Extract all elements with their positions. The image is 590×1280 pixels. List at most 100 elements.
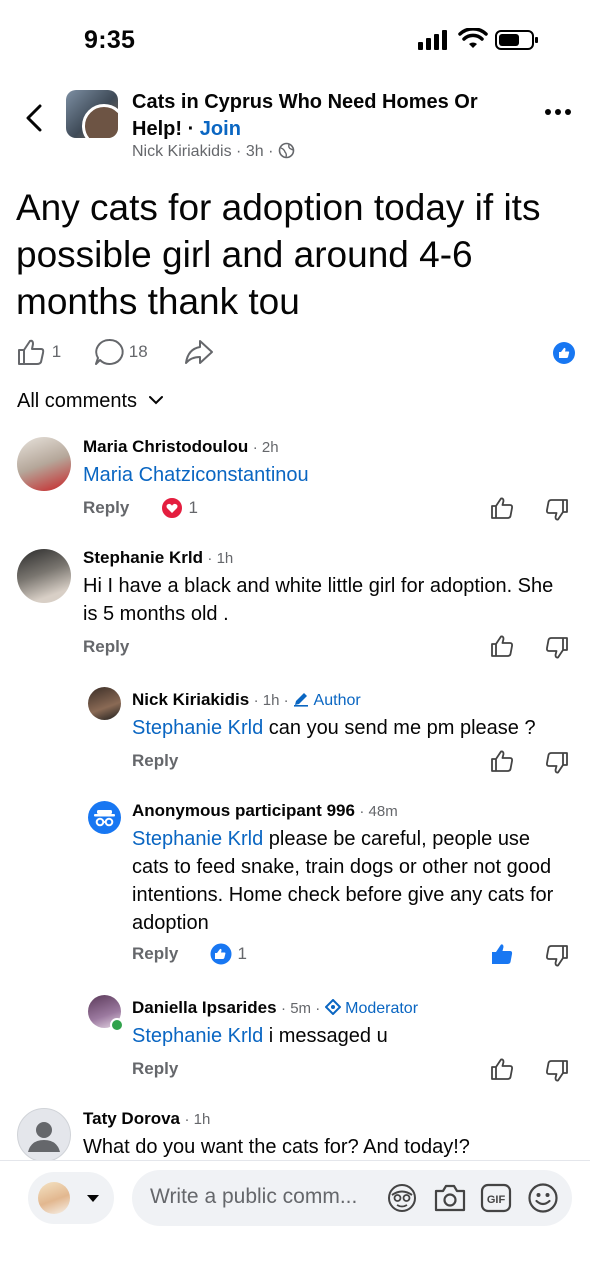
comment-dislike-button[interactable] [545,1059,569,1083]
like-reaction-icon [209,942,233,966]
back-button[interactable] [20,100,50,136]
camera-button[interactable] [433,1183,467,1213]
mention-link[interactable]: Stephanie Krld [132,1025,263,1047]
globe-icon [278,142,295,159]
signal-icon [418,30,448,50]
battery-icon [495,30,539,50]
comment-dislike-button[interactable] [545,751,569,775]
post-author[interactable]: Nick Kiriakidis [132,143,232,160]
reply-button[interactable]: Reply [132,944,178,964]
post-text: Any cats for adoption today if its possi… [16,187,541,322]
comment-author[interactable]: Stephanie Krld [83,548,203,567]
moderator-badge: Moderator [345,1000,419,1017]
svg-text:GIF: GIF [487,1194,506,1206]
comment-header: Stephanie Krld · 1h [83,548,233,568]
comment-like-button[interactable] [490,749,514,773]
moderator-icon [324,999,341,1015]
post-share-button[interactable] [184,338,214,368]
comment-dislike-button[interactable] [545,636,569,660]
avatar-emoji-icon [388,1184,416,1212]
comment-like-button[interactable] [490,1057,514,1081]
comments-filter-dropdown[interactable]: All comments [17,390,163,413]
comment-header: Maria Christodoulou · 2h [83,437,279,457]
pencil-icon [293,691,309,707]
comment-dislike-button[interactable] [545,498,569,522]
person-icon [17,1108,71,1162]
group-title[interactable]: Cats in Cyprus Who Need Homes Or Help! ·… [132,89,512,143]
avatar[interactable] [88,687,121,720]
comment-body: Stephanie Krld i messaged u [132,1025,388,1047]
post-like-button[interactable]: 1 [17,338,61,368]
share-icon [185,340,213,364]
dislike-icon [546,752,568,774]
comment-time: · 1h · [253,692,289,709]
comment-body: Stephanie Krld please be careful, people… [132,828,554,934]
comment-time: · 1h [184,1111,211,1128]
reply-button[interactable]: Reply [132,751,178,771]
comment-author[interactable]: Nick Kiriakidis [132,690,249,709]
comment-author[interactable]: Daniella Ipsarides [132,998,277,1017]
mention-link[interactable]: Stephanie Krld [132,717,263,739]
join-button[interactable]: Join [200,118,241,140]
comment-header: Nick Kiriakidis · 1h · Author [132,690,361,710]
mention-link[interactable]: Maria Chatziconstantinou [83,464,309,486]
post-meta: Nick Kiriakidis · 3h · [132,142,295,161]
camera-icon [434,1184,466,1212]
dislike-icon [546,637,568,659]
composer-divider [0,1160,590,1161]
heart-reaction-icon [161,497,183,519]
anonymous-avatar[interactable] [88,801,121,834]
avatar-sticker-button[interactable] [386,1182,418,1214]
default-avatar[interactable] [17,1108,71,1162]
more-button[interactable] [544,108,572,116]
dislike-icon [546,945,568,967]
comment-like-button-active[interactable] [490,942,514,966]
comment-dislike-button[interactable] [545,944,569,968]
online-indicator [110,1018,124,1032]
status-time: 9:35 [84,26,136,54]
comment-time: · 2h [252,439,279,456]
group-name[interactable]: Cats in Cyprus Who Need Homes Or Help! [132,91,478,140]
comment-header: Anonymous participant 996 · 48m [132,801,398,821]
reply-button[interactable]: Reply [83,498,129,518]
emoji-icon [528,1183,558,1213]
avatar[interactable] [17,437,71,491]
reply-button[interactable]: Reply [83,637,129,657]
identity-switcher[interactable] [28,1172,114,1224]
post-time: 3h [245,143,264,160]
mention-link[interactable]: Stephanie Krld [132,828,263,850]
comment-reactions[interactable]: 1 [160,497,198,519]
post-comment-button[interactable]: 18 [94,338,148,368]
comment-time: · 1h [207,550,234,567]
like-icon [18,339,45,365]
like-icon [491,635,513,657]
comment-placeholder: Write a public comm... [150,1185,358,1208]
emoji-button[interactable] [527,1182,559,1214]
reply-button[interactable]: Reply [132,1059,178,1079]
caret-down-icon [87,1195,99,1202]
comment-header: Daniella Ipsarides · 5m · Moderator [132,998,418,1018]
comment-time: · 5m · [281,1000,321,1017]
comment-author[interactable]: Anonymous participant 996 [132,801,355,820]
comment-like-button[interactable] [490,634,514,658]
comment-header: Taty Dorova · 1h [83,1109,210,1129]
chevron-down-icon [148,396,163,405]
comment-body: Hi I have a black and white little girl … [83,575,554,625]
anonymous-icon [88,801,121,834]
like-icon [491,497,513,519]
reaction-count: 1 [188,498,198,517]
avatar[interactable] [17,549,71,603]
comment-author[interactable]: Maria Christodoulou [83,437,248,456]
comment-like-button[interactable] [490,496,514,520]
reaction-summary-icon[interactable] [553,342,575,364]
author-avatar [82,104,118,138]
dislike-icon [546,499,568,521]
post-comment-count: 18 [128,342,148,361]
gif-icon: GIF [480,1183,512,1213]
comment-reactions[interactable]: 1 [209,942,247,966]
comment-author[interactable]: Taty Dorova [83,1109,180,1128]
like-icon [491,750,513,772]
author-badge: Author [313,692,361,709]
group-avatar[interactable] [66,90,118,138]
gif-button[interactable]: GIF [480,1183,512,1213]
